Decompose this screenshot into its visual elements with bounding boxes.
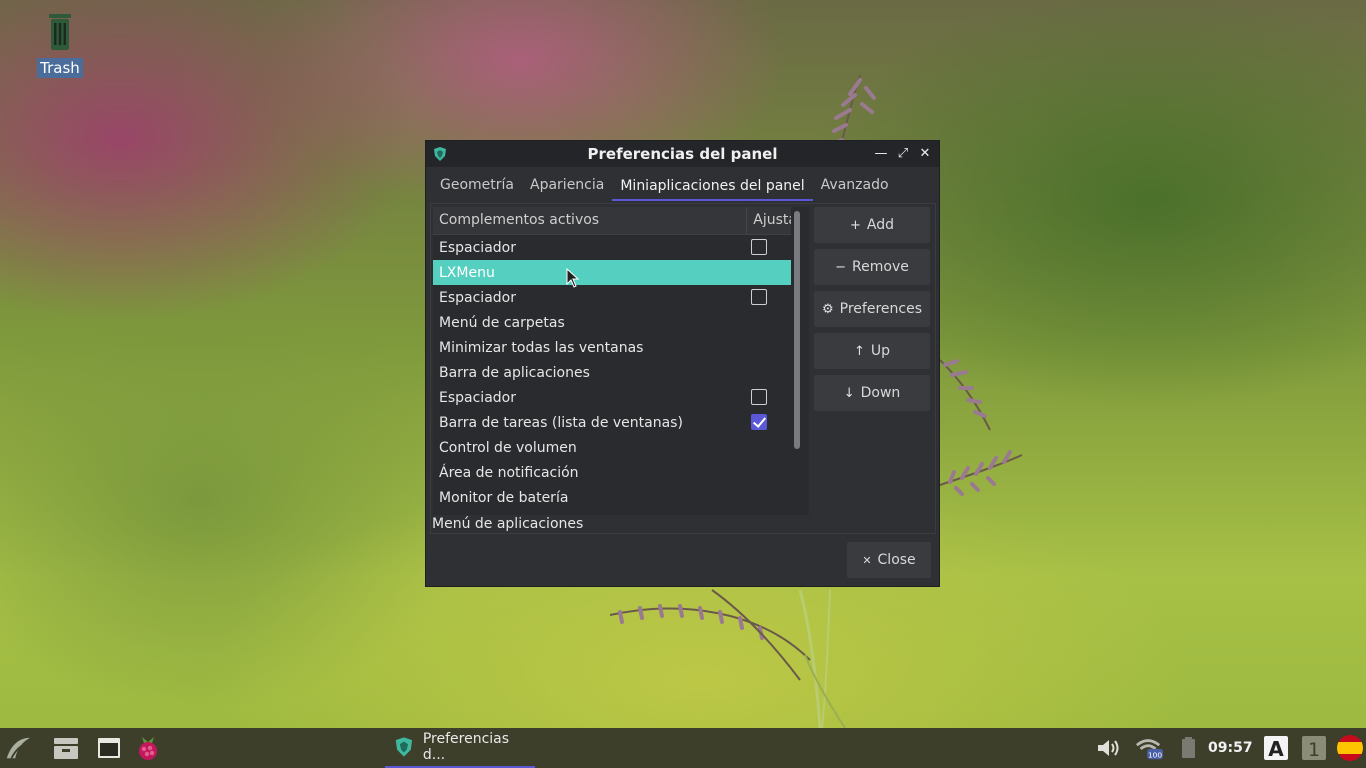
adjust-checkbox[interactable] (751, 289, 767, 305)
main-menu-icon[interactable] (4, 734, 32, 762)
file-manager-icon[interactable] (52, 734, 80, 762)
battery-icon[interactable] (1174, 734, 1202, 762)
up-button-label: Up (870, 343, 891, 359)
list-item[interactable]: Menú de carpetas (433, 310, 809, 335)
list-rows: Espaciador LXMenu Espaciador Menú de carpet… (433, 235, 809, 510)
tab-bar: Geometría Apariencia Miniaplicaciones de… (426, 167, 939, 201)
workspace-icon[interactable]: 1 (1300, 734, 1328, 762)
taskbar-window-label: Preferencias d... (422, 731, 510, 763)
app-icon (434, 147, 446, 161)
clock[interactable]: 09:57 (1208, 728, 1253, 768)
list-item[interactable]: Espaciador (433, 385, 809, 410)
list-item-name: Barra de aplicaciones (439, 364, 590, 381)
action-buttons: + Add − Remove ⚙ Preferences ↑ Up ↓ Down (814, 207, 930, 411)
selected-plugin-description: Menú de aplicaciones (432, 516, 584, 532)
list-header: Complementos activos Ajustar (433, 207, 809, 235)
taskbar: Preferencias d... 100 09:57 A 1 (0, 728, 1366, 768)
gears-icon: ⚙ (822, 301, 834, 317)
remove-button-label: Remove (852, 259, 909, 275)
minimize-icon[interactable]: — (873, 145, 889, 161)
wifi-icon[interactable]: 100 (1135, 734, 1163, 762)
raspberry-icon[interactable] (134, 734, 162, 762)
list-item[interactable]: Barra de aplicaciones (433, 360, 809, 385)
window-title: Preferencias del panel (587, 145, 778, 163)
close-button-label: Close (877, 552, 916, 568)
close-button[interactable]: ✕ Close (847, 542, 931, 578)
maximize-icon[interactable]: ⤢ (895, 145, 911, 161)
tab-panel: Complementos activos Ajustar Espaciador L… (430, 203, 936, 534)
desktop-icon-trash[interactable]: Trash (34, 12, 86, 78)
list-item[interactable]: Espaciador (433, 285, 809, 310)
up-button[interactable]: ↑ Up (814, 333, 930, 369)
list-item-name: Menú de carpetas (439, 314, 565, 331)
list-item[interactable]: Control de volumen (433, 435, 809, 460)
down-button-label: Down (860, 385, 901, 401)
add-button-label: Add (866, 217, 894, 233)
preferences-button[interactable]: ⚙ Preferences (814, 291, 930, 327)
minus-icon: − (835, 259, 847, 275)
arrow-down-icon: ↓ (843, 385, 855, 401)
keyboard-layout-icon[interactable]: A (1262, 734, 1290, 762)
mouse-cursor-icon (566, 268, 580, 288)
volume-icon[interactable] (1095, 734, 1123, 762)
network-badge: 100 (1148, 750, 1162, 759)
scrollbar-thumb[interactable] (794, 211, 800, 449)
list-item-name: LXMenu (439, 264, 495, 281)
tab-avanzado[interactable]: Avanzado (813, 177, 897, 201)
desktop-icon-label: Trash (37, 58, 83, 78)
trash-icon (49, 14, 71, 50)
list-item[interactable]: Barra de tareas (lista de ventanas) (433, 410, 809, 435)
list-item[interactable]: Minimizar todas las ventanas (433, 335, 809, 360)
keyboard-layout-label: A (1268, 737, 1284, 761)
arrow-up-icon: ↑ (853, 343, 865, 359)
close-x-icon: ✕ (862, 553, 872, 567)
list-item[interactable]: Espaciador (433, 235, 809, 260)
tab-geometria[interactable]: Geometría (432, 177, 522, 201)
close-icon[interactable]: ✕ (917, 145, 933, 161)
tab-miniaplicaciones[interactable]: Miniaplicaciones del panel (612, 178, 813, 201)
terminal-icon[interactable] (95, 734, 123, 762)
workspace-label: 1 (1308, 739, 1320, 761)
list-item[interactable]: LXMenu (433, 260, 809, 285)
adjust-checkbox[interactable] (751, 239, 767, 255)
app-icon (395, 737, 413, 757)
list-item-name: Control de volumen (439, 439, 577, 456)
list-item[interactable]: Monitor de batería (433, 485, 809, 510)
window-titlebar[interactable]: Preferencias del panel — ⤢ ✕ (426, 141, 939, 167)
list-item-name: Minimizar todas las ventanas (439, 339, 644, 356)
adjust-checkbox[interactable] (751, 414, 767, 430)
list-item-name: Área de notificación (439, 464, 579, 481)
adjust-checkbox[interactable] (751, 389, 767, 405)
list-item-name: Monitor de batería (439, 489, 569, 506)
panel-preferences-window: Preferencias del panel — ⤢ ✕ Geometría A… (425, 140, 940, 587)
list-item[interactable]: Área de notificación (433, 460, 809, 485)
remove-button[interactable]: − Remove (814, 249, 930, 285)
taskbar-window-button[interactable]: Preferencias d... (385, 728, 535, 768)
spain-flag-icon[interactable] (1336, 734, 1364, 762)
tab-apariencia[interactable]: Apariencia (522, 177, 612, 201)
add-button[interactable]: + Add (814, 207, 930, 243)
down-button[interactable]: ↓ Down (814, 375, 930, 411)
preferences-button-label: Preferences (839, 301, 922, 317)
plugin-list[interactable]: Complementos activos Ajustar Espaciador L… (433, 207, 809, 515)
plus-icon: + (849, 217, 861, 233)
column-header-plugins[interactable]: Complementos activos (433, 207, 746, 234)
